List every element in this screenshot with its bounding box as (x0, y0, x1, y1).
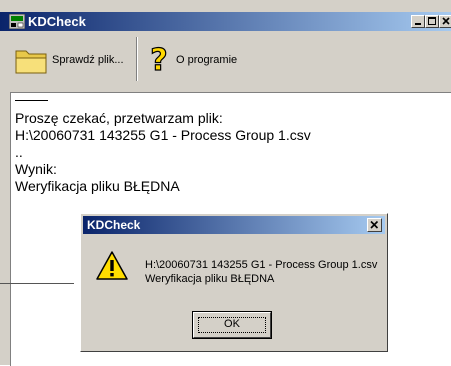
folder-icon (15, 50, 47, 74)
log-rule (15, 100, 48, 101)
question-mark-icon: ? (150, 44, 169, 76)
dialog-close-button[interactable] (367, 218, 382, 232)
focus-rect (198, 317, 266, 333)
message-dialog: KDCheck H:\20060731 143255 G1 - Process … (80, 213, 388, 352)
about-label: O programie (176, 54, 238, 66)
dialog-message-line: H:\20060731 143255 G1 - Process Group 1.… (145, 259, 378, 271)
title-bar[interactable]: KDCheck (0, 12, 451, 31)
log-line: H:\20060731 143255 G1 - Process Group 1.… (15, 127, 311, 143)
window-title: KDCheck (28, 14, 86, 29)
close-icon (370, 220, 379, 229)
maximize-icon (428, 17, 436, 25)
check-file-label: Sprawdź plik... (52, 54, 124, 66)
minimize-icon (415, 23, 421, 25)
app-window: KDCheck Sprawdź plik... ? O programie Pr… (0, 0, 451, 366)
dialog-message: H:\20060731 143255 G1 - Process Group 1.… (145, 258, 377, 286)
toolbar: Sprawdź plik... ? O programie (0, 31, 451, 89)
close-button[interactable] (439, 15, 451, 28)
dialog-title-bar[interactable]: KDCheck (83, 216, 385, 234)
about-button[interactable]: ? O programie (146, 35, 256, 85)
warning-icon (96, 251, 128, 280)
close-icon (442, 17, 450, 25)
check-file-button[interactable]: Sprawdź plik... (14, 35, 132, 85)
log-line: Weryfikacja pliku BŁĘDNA (15, 178, 180, 194)
log-line: .. (15, 144, 23, 160)
svg-text:?: ? (150, 44, 167, 76)
ok-button[interactable]: OK (192, 311, 272, 339)
maximize-button[interactable] (425, 15, 439, 28)
minimize-button[interactable] (411, 15, 425, 28)
toolbar-separator (136, 37, 138, 81)
log-line: Proszę czekać, przetwarzam plik: (15, 110, 223, 126)
app-icon (9, 14, 25, 29)
dialog-message-line: Weryfikacja pliku BŁĘDNA (145, 273, 275, 285)
annotation-line (0, 283, 74, 284)
log-line: Wynik: (15, 161, 57, 177)
dialog-title: KDCheck (87, 218, 141, 232)
